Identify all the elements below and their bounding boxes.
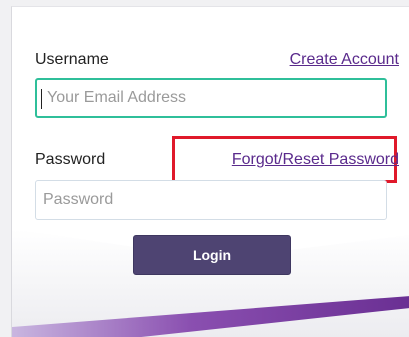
login-button[interactable]: Login — [133, 235, 291, 275]
username-input[interactable] — [35, 78, 387, 118]
login-page: Username Create Account Password Forgot/… — [0, 0, 409, 337]
login-card: Username Create Account Password Forgot/… — [11, 6, 409, 337]
username-label: Username — [35, 51, 109, 68]
text-caret — [41, 89, 42, 109]
create-account-link[interactable]: Create Account — [290, 51, 399, 69]
forgot-password-link[interactable]: Forgot/Reset Password — [232, 151, 399, 169]
password-input[interactable] — [35, 180, 387, 220]
password-label: Password — [35, 151, 106, 168]
